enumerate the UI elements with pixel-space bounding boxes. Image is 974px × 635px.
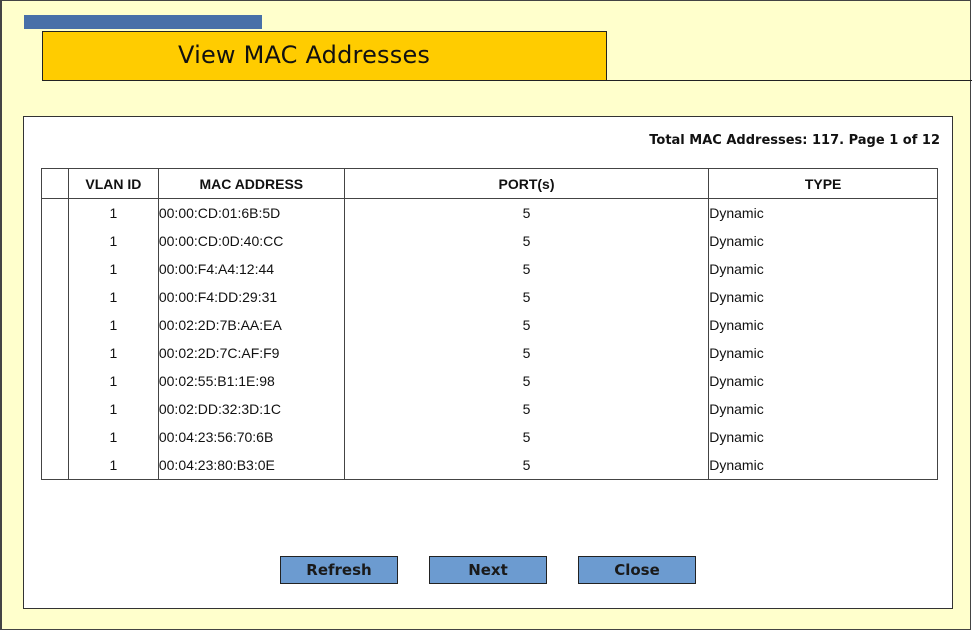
- type-cell: Dynamic: [708, 451, 938, 480]
- table-header-row: VLAN ID MAC ADDRESS PORT(s) TYPE: [41, 168, 938, 199]
- port-cell: 5: [343, 367, 710, 395]
- title-banner: View MAC Addresses: [42, 31, 607, 81]
- port-cell: 5: [343, 255, 710, 283]
- type-cell: Dynamic: [708, 339, 938, 367]
- mac-address-cell: 00:00:CD:0D:40:CC: [157, 227, 345, 255]
- column-header-select: [41, 168, 69, 199]
- row-select-cell: [41, 255, 69, 283]
- port-cell: 5: [343, 451, 710, 480]
- row-select-cell: [41, 283, 69, 311]
- vlan-id-cell: 1: [67, 227, 159, 255]
- table-row: 1 00:00:CD:0D:40:CC 5 Dynamic: [41, 227, 938, 255]
- vlan-id-cell: 1: [67, 451, 159, 480]
- column-header-vlan-id: VLAN ID: [67, 168, 159, 199]
- mac-address-cell: 00:02:2D:7C:AF:F9: [157, 339, 345, 367]
- type-cell: Dynamic: [708, 283, 938, 311]
- table-row: 1 00:00:CD:01:6B:5D 5 Dynamic: [41, 198, 938, 227]
- mac-address-cell: 00:00:F4:A4:12:44: [157, 255, 345, 283]
- mac-address-cell: 00:00:CD:01:6B:5D: [157, 198, 345, 227]
- column-header-type: TYPE: [708, 168, 938, 199]
- mac-address-cell: 00:04:23:56:70:6B: [157, 423, 345, 451]
- row-select-cell: [41, 423, 69, 451]
- type-cell: Dynamic: [708, 255, 938, 283]
- mac-table-panel: Total MAC Addresses: 117. Page 1 of 12 V…: [23, 116, 953, 609]
- column-header-mac-address: MAC ADDRESS: [157, 168, 345, 199]
- vlan-id-cell: 1: [67, 198, 159, 227]
- mac-address-table: VLAN ID MAC ADDRESS PORT(s) TYPE 1 00:00…: [41, 168, 938, 480]
- type-cell: Dynamic: [708, 423, 938, 451]
- total-mac-addresses: Total MAC Addresses: 117. Page 1 of 12: [649, 133, 940, 148]
- table-row: 1 00:04:23:56:70:6B 5 Dynamic: [41, 423, 938, 451]
- title-divider: [606, 80, 972, 81]
- row-select-cell: [41, 227, 69, 255]
- type-cell: Dynamic: [708, 367, 938, 395]
- table-row: 1 00:00:F4:A4:12:44 5 Dynamic: [41, 255, 938, 283]
- mac-address-cell: 00:02:2D:7B:AA:EA: [157, 311, 345, 339]
- vlan-id-cell: 1: [67, 395, 159, 423]
- vlan-id-cell: 1: [67, 311, 159, 339]
- row-select-cell: [41, 395, 69, 423]
- mac-address-cell: 00:04:23:80:B3:0E: [157, 451, 345, 480]
- row-select-cell: [41, 198, 69, 227]
- type-cell: Dynamic: [708, 198, 938, 227]
- row-select-cell: [41, 311, 69, 339]
- button-row: Refresh Next Close: [24, 556, 952, 586]
- port-cell: 5: [343, 395, 710, 423]
- page-title: View MAC Addresses: [178, 41, 431, 69]
- type-cell: Dynamic: [708, 227, 938, 255]
- port-cell: 5: [343, 227, 710, 255]
- next-button[interactable]: Next: [429, 556, 547, 584]
- table-row: 1 00:02:55:B1:1E:98 5 Dynamic: [41, 367, 938, 395]
- port-cell: 5: [343, 423, 710, 451]
- row-select-cell: [41, 451, 69, 480]
- refresh-button[interactable]: Refresh: [280, 556, 398, 584]
- vlan-id-cell: 1: [67, 255, 159, 283]
- close-button[interactable]: Close: [578, 556, 696, 584]
- table-row: 1 00:02:2D:7B:AA:EA 5 Dynamic: [41, 311, 938, 339]
- mac-address-cell: 00:00:F4:DD:29:31: [157, 283, 345, 311]
- port-cell: 5: [343, 198, 710, 227]
- vlan-id-cell: 1: [67, 283, 159, 311]
- table-row: 1 00:02:DD:32:3D:1C 5 Dynamic: [41, 395, 938, 423]
- column-header-ports: PORT(s): [343, 168, 710, 199]
- vlan-id-cell: 1: [67, 367, 159, 395]
- page-frame: View MAC Addresses Total MAC Addresses: …: [0, 0, 972, 630]
- type-cell: Dynamic: [708, 311, 938, 339]
- port-cell: 5: [343, 283, 710, 311]
- port-cell: 5: [343, 339, 710, 367]
- row-select-cell: [41, 339, 69, 367]
- row-select-cell: [41, 367, 69, 395]
- title-accent-strip: [24, 15, 262, 29]
- table-row: 1 00:04:23:80:B3:0E 5 Dynamic: [41, 451, 938, 480]
- port-cell: 5: [343, 311, 710, 339]
- table-row: 1 00:02:2D:7C:AF:F9 5 Dynamic: [41, 339, 938, 367]
- table-row: 1 00:00:F4:DD:29:31 5 Dynamic: [41, 283, 938, 311]
- vlan-id-cell: 1: [67, 339, 159, 367]
- mac-address-cell: 00:02:55:B1:1E:98: [157, 367, 345, 395]
- mac-address-cell: 00:02:DD:32:3D:1C: [157, 395, 345, 423]
- type-cell: Dynamic: [708, 395, 938, 423]
- vlan-id-cell: 1: [67, 423, 159, 451]
